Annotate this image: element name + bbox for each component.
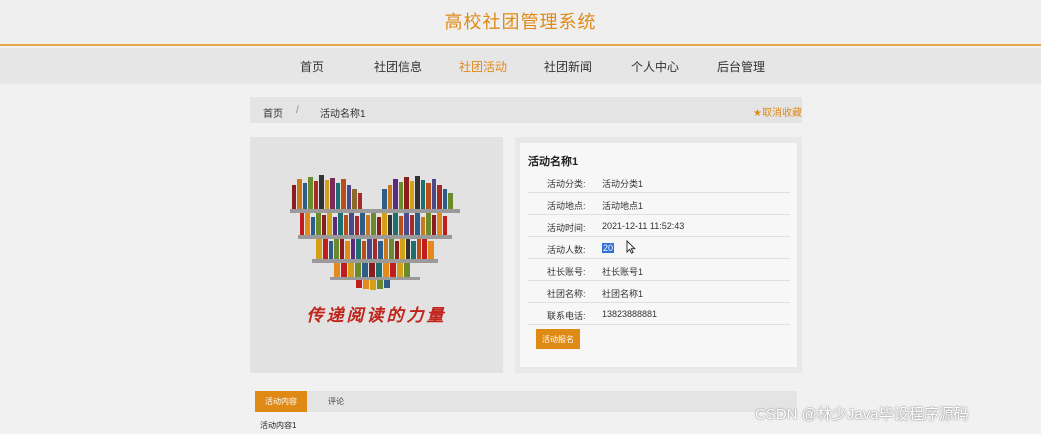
detail-row-president-account: 社长账号: 社长账号1: [528, 259, 790, 281]
image-slogan: 传递阅读的力量: [306, 306, 447, 326]
watermark: CSDN @林少Java毕设程序源码: [755, 406, 969, 423]
detail-row-participants: 活动人数: 20: [528, 237, 790, 259]
detail-row-category: 活动分类: 活动分类1: [528, 171, 790, 193]
detail-value: 活动分类1: [602, 179, 644, 189]
detail-value: 13823888881: [602, 309, 658, 319]
breadcrumb-current: 活动名称1: [320, 109, 366, 120]
bookshelf-heart-illustration: [290, 175, 460, 290]
nav-item-home[interactable]: 首页: [300, 58, 324, 75]
detail-value: 2021-12-11 11:52:43: [602, 221, 685, 231]
content-tabs: 活动内容 评论: [255, 391, 797, 412]
detail-row-time: 活动时间: 2021-12-11 11:52:43: [528, 215, 790, 237]
detail-value-selected: 20: [602, 243, 615, 253]
nav-item-club-news[interactable]: 社团新闻: [544, 58, 592, 75]
unfavorite-button[interactable]: ★取消收藏: [753, 104, 802, 119]
detail-label: 活动时间:: [547, 223, 586, 233]
activity-details: 活动名称1 活动分类: 活动分类1 活动地点: 活动地点1 活动时间: 2021…: [515, 137, 802, 373]
breadcrumb-separator: /: [296, 105, 299, 116]
detail-label: 活动地点:: [547, 201, 586, 211]
star-icon: ★: [753, 108, 762, 119]
detail-label: 社团名称:: [547, 289, 586, 299]
activity-image: 传递阅读的力量: [250, 137, 503, 373]
detail-value: 社团名称1: [602, 289, 644, 299]
tab-activity-content[interactable]: 活动内容: [255, 391, 307, 412]
breadcrumb: 首页 / 活动名称1 ★取消收藏: [250, 97, 802, 123]
activity-content-text: 活动内容1: [260, 421, 297, 430]
nav-item-personal-center[interactable]: 个人中心: [631, 58, 679, 75]
detail-label: 活动人数:: [547, 245, 586, 255]
detail-value: 社长账号1: [602, 267, 644, 277]
detail-row-club-name: 社团名称: 社团名称1: [528, 281, 790, 303]
activity-title: 活动名称1: [528, 156, 579, 168]
breadcrumb-home[interactable]: 首页: [263, 105, 283, 120]
detail-value: 活动地点1: [602, 201, 644, 211]
mouse-cursor-icon: [626, 240, 636, 254]
activity-details-card: 活动名称1 活动分类: 活动分类1 活动地点: 活动地点1 活动时间: 2021…: [520, 143, 797, 367]
detail-label: 联系电话:: [547, 311, 586, 321]
tab-comments[interactable]: 评论: [315, 391, 357, 412]
detail-label: 社长账号:: [547, 267, 586, 277]
detail-row-location: 活动地点: 活动地点1: [528, 193, 790, 215]
unfavorite-label: 取消收藏: [762, 108, 802, 119]
nav-item-club-info[interactable]: 社团信息: [374, 58, 422, 75]
nav-item-admin[interactable]: 后台管理: [717, 58, 765, 75]
nav-item-club-activities[interactable]: 社团活动: [459, 58, 507, 75]
detail-row-phone: 联系电话: 13823888881: [528, 303, 790, 325]
main-nav: 首页 社团信息 社团活动 社团新闻 个人中心 后台管理: [0, 48, 1041, 84]
site-title: 高校社团管理系统: [444, 12, 597, 32]
signup-button[interactable]: 活动报名: [536, 329, 580, 349]
detail-label: 活动分类:: [547, 179, 586, 189]
site-header: 高校社团管理系统: [0, 0, 1041, 46]
